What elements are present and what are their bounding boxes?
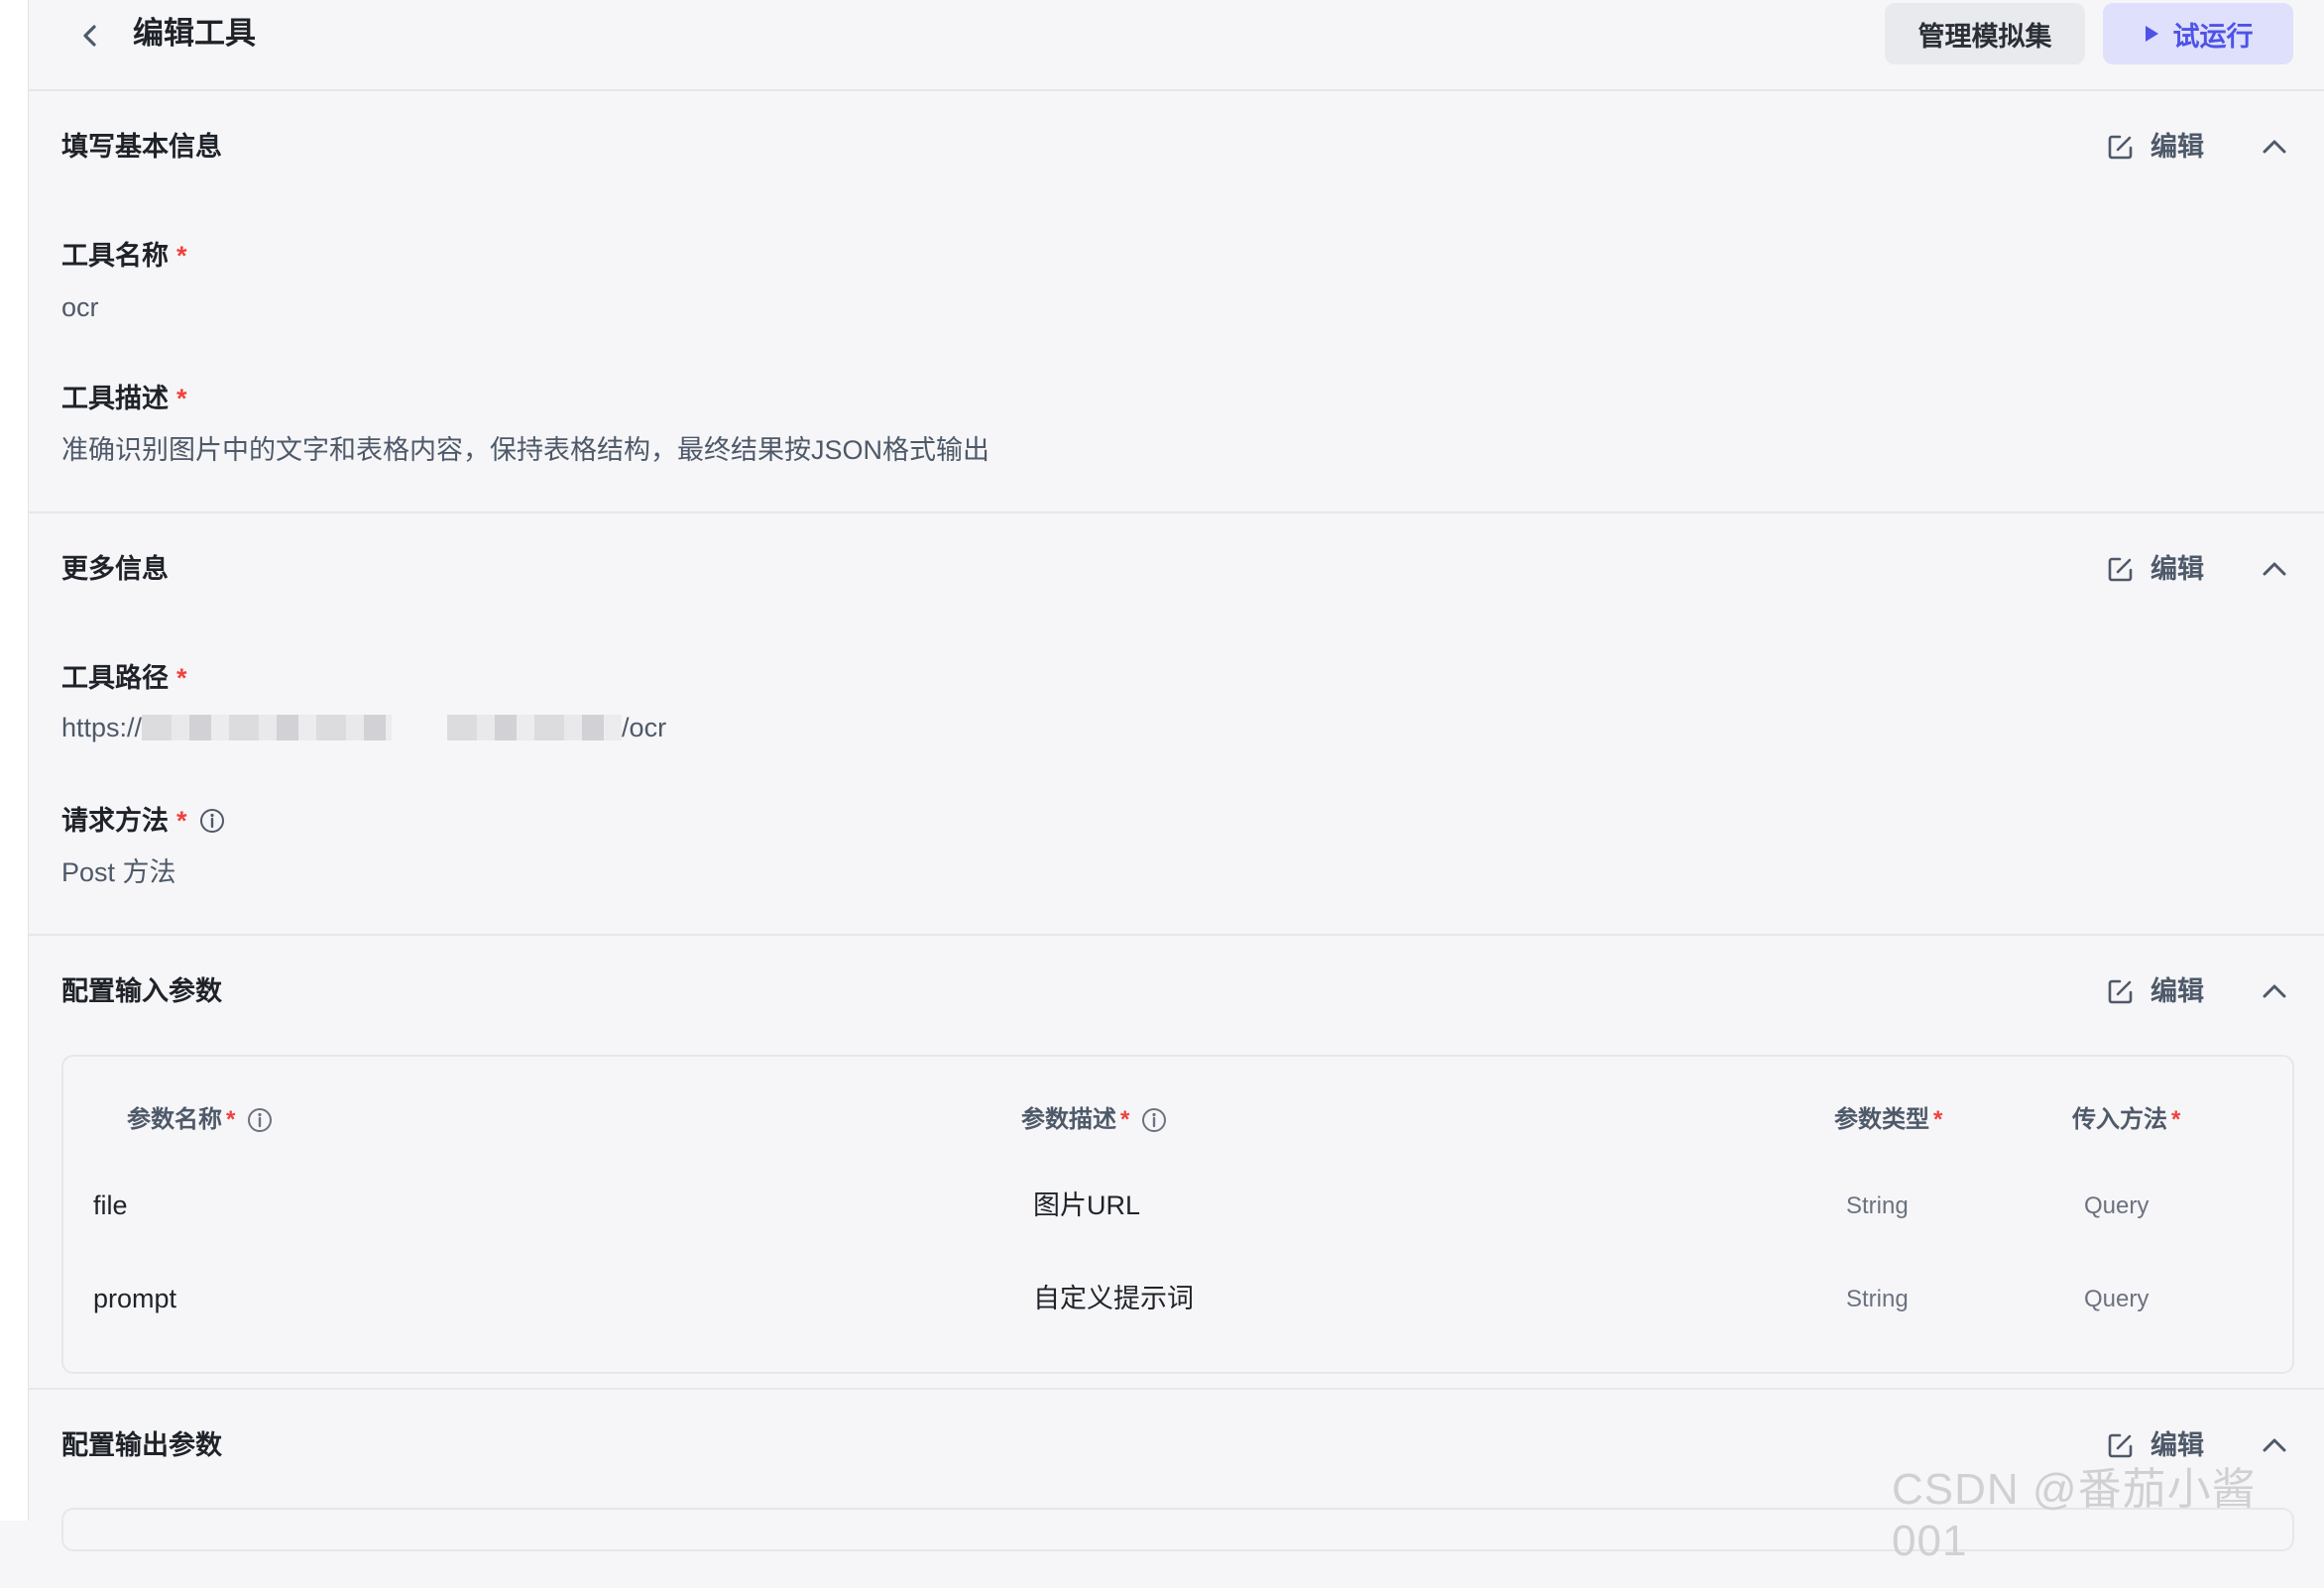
more-info-edit-button[interactable]: 编辑	[2107, 551, 2204, 587]
manage-mock-set-button[interactable]: 管理模拟集	[1885, 3, 2085, 64]
param-method-cell: Query	[2084, 1192, 2150, 1219]
input-params-edit-button[interactable]: 编辑	[2107, 973, 2204, 1009]
basic-info-edit-button[interactable]: 编辑	[2107, 129, 2204, 165]
edit-tool-page: 编辑工具 管理模拟集 试运行 填写基本信息 编辑 工具名称 * ocr 工具描述…	[29, 0, 2324, 1551]
basic-info-title: 填写基本信息	[61, 132, 222, 162]
required-mark: *	[176, 806, 187, 836]
input-params-collapse-button[interactable]	[2257, 973, 2292, 1009]
more-info-collapse-button[interactable]	[2257, 551, 2292, 587]
param-name-cell: prompt	[93, 1284, 177, 1313]
edit-icon	[2108, 557, 2133, 582]
output-params-title: 配置输出参数	[61, 1430, 222, 1460]
param-type-cell: String	[1846, 1286, 1909, 1312]
top-bar: 编辑工具 管理模拟集 试运行	[29, 0, 2324, 91]
required-mark: *	[1933, 1106, 1943, 1133]
more-info-title: 更多信息	[61, 554, 169, 584]
tool-path-suffix: /ocr	[622, 713, 667, 742]
basic-info-collapse-button[interactable]	[2257, 129, 2292, 165]
required-mark: *	[2171, 1106, 2181, 1133]
redacted-url-part	[447, 715, 623, 740]
trial-run-label: 试运行	[2172, 21, 2254, 52]
chevron-up-icon	[2263, 140, 2286, 154]
required-mark: *	[176, 241, 187, 271]
param-name-cell: file	[93, 1191, 128, 1220]
param-desc-cell: 图片URL	[1033, 1191, 1141, 1220]
chevron-up-icon	[2263, 1438, 2286, 1452]
edit-icon	[2108, 135, 2133, 160]
tool-path-label: 工具路径 *	[61, 660, 187, 696]
info-icon[interactable]	[1141, 1107, 1167, 1133]
edit-label: 编辑	[2150, 554, 2204, 584]
required-mark: *	[176, 663, 187, 693]
tool-path-prefix: https://	[61, 713, 143, 742]
column-header-pass-method: 传入方法 *	[2072, 1104, 2180, 1136]
input-params-title: 配置输入参数	[61, 976, 222, 1006]
tool-desc-label-text: 工具描述	[61, 384, 169, 413]
column-header-param-name: 参数名称 *	[127, 1104, 273, 1136]
info-icon[interactable]	[199, 808, 225, 834]
request-method-label-text: 请求方法	[61, 806, 169, 836]
more-info-section: 更多信息 编辑 工具路径 * https:// /ocr 请求方法 * Post…	[29, 513, 2324, 936]
column-header-param-type: 参数类型 *	[1834, 1104, 1942, 1136]
tool-desc-value: 准确识别图片中的文字和表格内容，保持表格结构，最终结果按JSON格式输出	[61, 435, 990, 465]
param-method-cell: Query	[2084, 1286, 2150, 1312]
edit-icon	[2108, 979, 2133, 1004]
tool-name-label-text: 工具名称	[61, 241, 169, 271]
basic-info-section: 填写基本信息 编辑 工具名称 * ocr 工具描述 * 准确识别图片中的文字和表…	[29, 91, 2324, 513]
column-header-param-desc: 参数描述 *	[1021, 1104, 1167, 1136]
tool-desc-label: 工具描述 *	[61, 381, 187, 416]
tool-name-value: ocr	[61, 292, 99, 322]
back-button[interactable]	[70, 16, 110, 56]
trial-run-button[interactable]: 试运行	[2103, 3, 2293, 64]
tool-path-label-text: 工具路径	[61, 663, 169, 693]
left-rail	[0, 0, 29, 1521]
page-title: 编辑工具	[133, 16, 256, 51]
info-icon[interactable]	[247, 1107, 273, 1133]
chevron-up-icon	[2263, 984, 2286, 998]
request-method-value: Post 方法	[61, 857, 176, 887]
edit-label: 编辑	[2150, 976, 2204, 1006]
play-icon	[2145, 26, 2158, 42]
input-params-table: 参数名称 * 参数描述 * 参数类型 * 传入方法 * file 图片URL S…	[61, 1055, 2294, 1374]
required-mark: *	[226, 1106, 236, 1133]
request-method-label: 请求方法 *	[61, 803, 225, 839]
tool-path-value: https:// /ocr	[61, 710, 666, 745]
chevron-left-icon	[83, 25, 96, 47]
required-mark: *	[176, 384, 187, 413]
required-mark: *	[1120, 1106, 1130, 1133]
watermark: CSDN @番茄小酱001	[1892, 1465, 2257, 1565]
edit-label: 编辑	[2150, 132, 2204, 162]
param-desc-cell: 自定义提示词	[1033, 1284, 1194, 1313]
chevron-up-icon	[2263, 562, 2286, 576]
tool-name-label: 工具名称 *	[61, 238, 187, 274]
param-type-cell: String	[1846, 1192, 1909, 1219]
redacted-url-part	[142, 715, 393, 740]
